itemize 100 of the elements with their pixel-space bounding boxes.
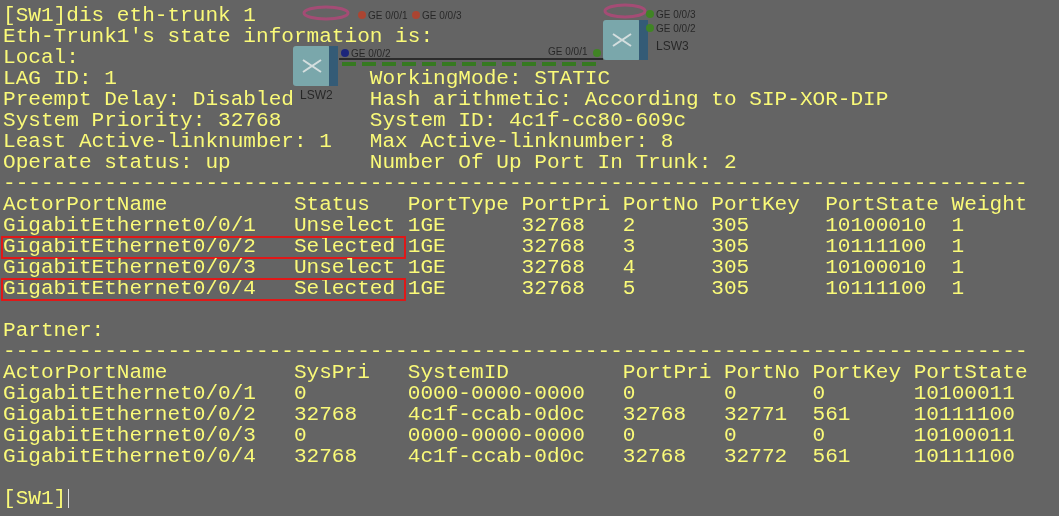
- table-cell-text: 561: [812, 404, 852, 425]
- table-cell-text: GigabitEthernet0/0/3: [3, 257, 257, 278]
- table-cell-text: 0: [812, 425, 827, 446]
- table-cell-text: GigabitEthernet0/0/1: [3, 215, 257, 236]
- table-cell-text: 32768: [521, 257, 586, 278]
- output-heading: Eth-Trunk1's state information is:: [3, 26, 434, 47]
- info-text: Preempt Delay: Disabled: [3, 89, 294, 110]
- table-cell-text: Unselect: [293, 257, 397, 278]
- table-cell-text: 305: [711, 215, 750, 236]
- table-cell-text: 32768: [293, 404, 359, 425]
- column-header: SysPri: [293, 362, 371, 383]
- table-cell-text: 10111100: [913, 446, 1016, 467]
- switch-label: LSW3: [656, 39, 689, 53]
- column-header: SystemID: [407, 362, 510, 383]
- table-cell-text: 1GE: [407, 257, 447, 278]
- text-cursor-icon: [68, 489, 70, 508]
- switch-label: LSW2: [300, 88, 333, 102]
- info-text: System ID: 4c1f-cc80-609c: [369, 110, 687, 131]
- table-cell-text: 0: [812, 383, 826, 404]
- table-cell-text: 10100010: [825, 257, 928, 278]
- separator-text: ---------------------------------------------------------------------------------: [3, 173, 1028, 194]
- column-header: PortType: [407, 194, 510, 215]
- table-cell-text: 305: [711, 236, 751, 257]
- loop-ring: [302, 5, 350, 21]
- column-header: PortKey: [711, 194, 801, 215]
- table-cell-text: 0: [293, 425, 308, 446]
- table-cell-text: GigabitEthernet0/0/2: [3, 236, 257, 257]
- table-cell-text: 561: [812, 446, 852, 467]
- column-header: PortState: [913, 362, 1029, 383]
- table-cell-text: 0: [293, 383, 307, 404]
- column-header: Weight: [951, 194, 1029, 215]
- table-cell-text: GigabitEthernet0/0/3: [3, 425, 257, 446]
- table-cell-text: 1: [951, 215, 965, 236]
- info-text: Operate status: up: [3, 152, 231, 173]
- column-header: ActorPortName: [3, 194, 169, 215]
- table-cell-text: 305: [711, 278, 751, 299]
- table-cell-text: 32768: [521, 278, 586, 299]
- column-header: Status: [293, 194, 371, 215]
- prompt-text: [SW1]: [3, 488, 67, 509]
- table-cell-text: 0: [622, 425, 637, 446]
- table-cell-text: 10111100: [825, 236, 928, 257]
- table-cell-text: 1: [951, 236, 966, 257]
- column-header: PortKey: [812, 362, 903, 383]
- table-cell-text: 32768: [521, 215, 586, 236]
- table-cell-text: 4c1f-ccab-0d0c: [407, 404, 586, 425]
- port-label: GE 0/0/3: [656, 9, 696, 20]
- info-text: Least Active-linknumber: 1: [3, 131, 332, 152]
- table-cell-text: 32768: [521, 236, 586, 257]
- table-cell-text: 10100011: [913, 383, 1016, 404]
- table-cell-text: 0: [723, 425, 738, 446]
- column-header: PortPri: [521, 194, 612, 215]
- separator-text: ---------------------------------------------------------------------------------: [3, 341, 1028, 362]
- table-cell-text: 0: [622, 383, 637, 404]
- table-cell-text: 32768: [622, 446, 688, 467]
- table-cell-text: 1: [951, 257, 966, 278]
- table-cell-text: 5: [622, 278, 637, 299]
- table-cell-text: 10100010: [825, 215, 928, 236]
- column-header: PortNo: [723, 362, 801, 383]
- table-cell-text: 0000-0000-0000: [407, 425, 586, 446]
- table-cell-text: Selected: [293, 236, 397, 257]
- table-cell-text: GigabitEthernet0/0/2: [3, 404, 257, 425]
- table-cell-text: 1GE: [407, 278, 447, 299]
- section-label: Local:: [3, 47, 79, 68]
- info-text: Hash arithmetic: According to SIP-XOR-DIP: [369, 89, 889, 110]
- table-cell-text: 10111100: [913, 404, 1016, 425]
- table-cell-text: 1: [951, 278, 966, 299]
- table-cell-text: GigabitEthernet0/0/4: [3, 446, 257, 467]
- table-cell-text: 1GE: [407, 215, 446, 236]
- table-cell-text: 305: [711, 257, 751, 278]
- table-cell-text: 32768: [293, 446, 359, 467]
- switch-icon[interactable]: [603, 20, 648, 60]
- table-cell-text: 32768: [622, 404, 688, 425]
- info-text: Max Active-linknumber: 8: [369, 131, 674, 152]
- command-text: [SW1]dis eth-trunk 1: [3, 5, 256, 26]
- table-cell-text: Selected: [293, 278, 397, 299]
- info-text: System Priority: 32768: [3, 110, 282, 131]
- info-text: WorkingMode: STATIC: [369, 68, 611, 89]
- info-text: LAG ID: 1: [3, 68, 117, 89]
- switch-icon[interactable]: [293, 46, 338, 86]
- table-cell-text: 1GE: [407, 236, 447, 257]
- table-cell-text: 0000-0000-0000: [407, 383, 586, 404]
- table-cell-text: 2: [622, 215, 637, 236]
- table-cell-text: GigabitEthernet0/0/4: [3, 278, 257, 299]
- table-cell-text: Unselect: [293, 215, 397, 236]
- loop-ring: [603, 3, 647, 19]
- table-cell-text: 32772: [723, 446, 789, 467]
- info-text: Number Of Up Port In Trunk: 2: [369, 152, 737, 173]
- section-label: Partner:: [3, 320, 105, 341]
- table-cell-text: 0: [723, 383, 738, 404]
- port-label: GE 0/0/3: [422, 10, 462, 21]
- column-header: PortPri: [622, 362, 713, 383]
- column-header: PortState: [825, 194, 940, 215]
- table-cell-text: 3: [622, 236, 637, 257]
- column-header: ActorPortName: [3, 362, 169, 383]
- table-cell-text: 4: [622, 257, 637, 278]
- table-cell-text: 10111100: [825, 278, 928, 299]
- column-header: PortNo: [622, 194, 700, 215]
- table-cell-text: 10100011: [913, 425, 1016, 446]
- table-cell-text: 4c1f-ccab-0d0c: [407, 446, 586, 467]
- table-cell-text: 32771: [723, 404, 789, 425]
